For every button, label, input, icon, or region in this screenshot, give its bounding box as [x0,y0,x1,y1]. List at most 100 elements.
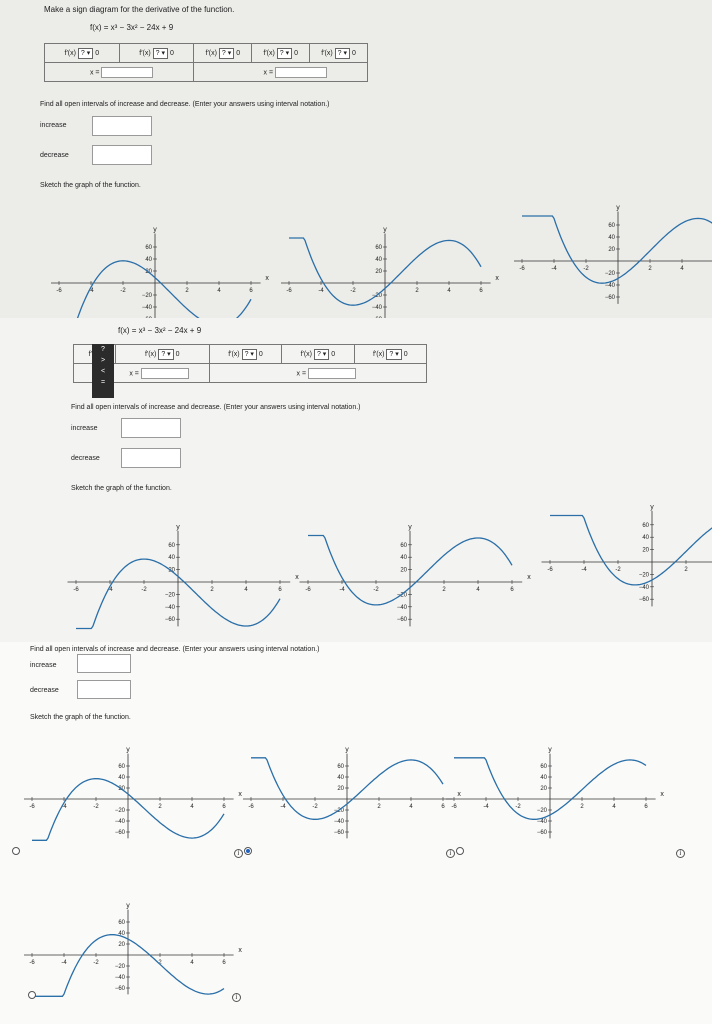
increase-input[interactable] [92,116,152,136]
sign-dropdown-menu[interactable]: ? > < = [92,344,114,398]
x-tick-label: -6 [56,288,62,294]
x-tick-label: -4 [61,960,67,966]
decrease-input[interactable] [121,448,181,468]
x-tick-label: 4 [190,804,194,810]
y-tick-label: −40 [165,605,176,611]
menu-option[interactable]: ? [92,344,114,355]
y-tick-label: −60 [605,295,616,301]
y-tick-label: −60 [334,830,345,836]
menu-option[interactable]: = [92,377,114,388]
y-tick-label: −20 [142,293,153,299]
sketch-prompt: Sketch the graph of the function. [71,485,172,492]
sign-select[interactable]: ? ▾ [158,348,174,360]
y-tick-label: 40 [337,775,344,781]
x-axis-label: x [295,574,299,581]
x-axis-label: x [660,791,664,798]
x-tick-label: -2 [93,960,99,966]
y-tick-label: −60 [639,597,650,603]
increase-label: increase [30,662,57,669]
decrease-input[interactable] [92,145,152,165]
info-icon[interactable]: i [676,849,685,858]
y-tick-label: −40 [372,305,383,311]
x-tick-label: 2 [648,266,652,272]
sign-select[interactable]: ? ▾ [313,348,330,360]
y-tick-label: 40 [400,555,407,561]
y-axis-label: y [126,903,130,910]
x-tick-label: 6 [222,804,226,810]
sign-select[interactable]: ? ▾ [334,47,350,59]
decrease-label: decrease [30,687,59,694]
y-tick-label: 40 [168,555,175,561]
y-tick-label: 60 [118,920,125,926]
info-icon[interactable]: i [446,849,455,858]
sign-select[interactable]: ? ▾ [152,47,169,59]
increase-input[interactable] [121,418,181,438]
y-tick-label: −20 [639,572,650,578]
info-icon[interactable]: i [234,849,243,858]
x-tick-label: -2 [583,266,589,272]
x-tick-label: -6 [305,587,311,593]
y-tick-label: 60 [540,764,547,770]
critical-point-input[interactable] [101,66,154,78]
sketch-prompt: Sketch the graph of the function. [30,714,131,721]
graph-option-radio-3[interactable] [456,847,464,855]
intervals-prompt: Find all open intervals of increase and … [40,101,330,108]
y-tick-label: −40 [397,605,408,611]
sign-select[interactable]: ? ▾ [218,47,235,59]
menu-option[interactable]: < [92,366,114,377]
x-tick-label: -4 [280,804,286,810]
y-tick-label: −40 [334,819,345,825]
y-tick-label: −60 [537,830,548,836]
decrease-label: decrease [71,455,100,462]
critical-point-input[interactable] [140,367,189,379]
y-tick-label: 20 [375,269,382,275]
x-tick-label: 6 [222,960,226,966]
graph-option-radio-2[interactable] [244,847,252,855]
x-tick-label: 2 [377,804,381,810]
y-tick-label: 40 [118,775,125,781]
x-axis-label: x [495,275,499,282]
y-tick-label: 60 [608,223,615,229]
y-tick-label: −40 [142,305,153,311]
y-tick-label: 20 [118,942,125,948]
y-tick-label: −60 [115,986,126,992]
decrease-input[interactable] [77,680,131,699]
x-tick-label: -6 [248,804,254,810]
info-icon[interactable]: i [232,993,241,1002]
sign-select[interactable]: ? ▾ [241,348,257,360]
y-tick-label: −60 [115,830,126,836]
y-axis-label: y [126,747,130,754]
x-axis-label: x [457,791,461,798]
graph-option-radio-1[interactable] [12,847,20,855]
sign-cell: f′(x) ? ▾ 0 [281,344,355,364]
y-tick-label: 60 [118,764,125,770]
x-tick-label: -4 [551,266,557,272]
sign-select[interactable]: ? ▾ [276,47,293,59]
x-tick-label: -2 [373,587,379,593]
y-tick-label: 40 [608,235,615,241]
critical-point-input[interactable] [275,66,327,78]
x-tick-label: -2 [350,288,356,294]
x-tick-label: 2 [185,288,189,294]
y-axis-label: y [650,504,654,511]
x-axis-label: x [238,791,242,798]
y-tick-label: 20 [337,786,344,792]
graph-row: -6 -4 -2 2 4 6 60 40 20 −20 −40 −60 x y -6 -4 -2 2 4 6 60 40… [51,205,712,318]
critical-point-input[interactable] [308,367,356,379]
x-tick-label: 2 [580,804,584,810]
y-tick-label: −20 [115,808,126,814]
y-tick-label: 60 [642,523,649,529]
y-tick-label: −20 [115,964,126,970]
y-axis-label: y [176,524,180,531]
sign-select[interactable]: ? ▾ [386,348,402,360]
increase-input[interactable] [77,654,131,673]
y-tick-label: 40 [642,535,649,541]
y-tick-label: 60 [337,764,344,770]
x-tick-label: -2 [93,804,99,810]
sign-select[interactable]: ? ▾ [77,47,94,59]
x-tick-label: 6 [441,804,445,810]
menu-option[interactable]: > [92,355,114,366]
x-tick-label: -2 [141,587,147,593]
sign-cell: f′(x) ? ▾ 0 [251,43,311,63]
graph-option-radio-4[interactable] [28,991,36,999]
